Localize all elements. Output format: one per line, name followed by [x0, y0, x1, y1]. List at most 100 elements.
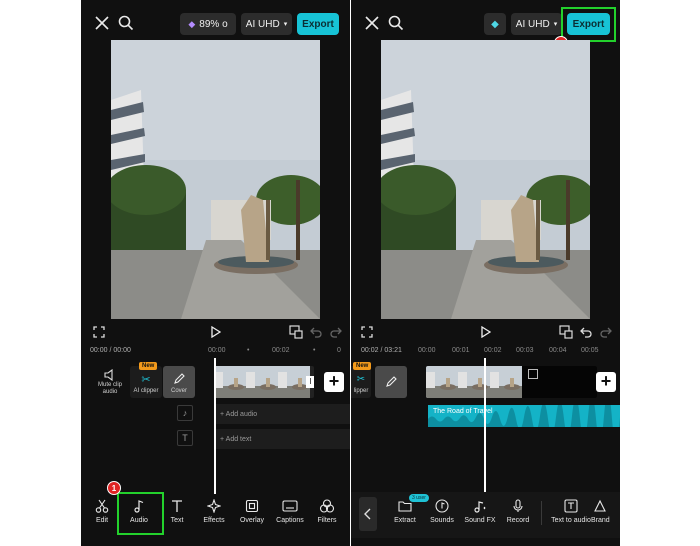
quality-label: AI UHD [515, 18, 550, 30]
diamond-icon: ◆ [491, 18, 499, 30]
search-icon[interactable] [385, 12, 407, 34]
tool-filters[interactable]: Filters [307, 497, 347, 524]
ruler-tick: 00:01 [452, 347, 470, 354]
step-badge-1: 1 [107, 481, 121, 495]
tool-sound-fx[interactable]: Sound FX [460, 497, 500, 524]
sparkle-star-icon [194, 497, 234, 515]
timecode: 00:02 / 03:21 [361, 347, 402, 354]
music-note-icon: ♪ [177, 405, 193, 421]
playhead[interactable] [484, 358, 486, 494]
tool-captions[interactable]: Captions [270, 497, 310, 524]
fullscreen-icon[interactable] [358, 323, 376, 341]
clip-thumbnail [426, 366, 458, 398]
ruler-tick: 0 [337, 347, 341, 354]
tool-label: Sounds [430, 517, 454, 524]
clip-thumbnail [246, 366, 278, 398]
ruler-dot: • [247, 347, 250, 354]
undo-icon[interactable] [577, 323, 595, 341]
tool-label: Text to audio [551, 517, 591, 524]
disc-note-icon [422, 497, 462, 515]
tool-label: Edit [95, 517, 109, 524]
ruler-dot: • [313, 347, 316, 354]
fullscreen-icon[interactable] [90, 323, 108, 341]
keyframe-icon[interactable] [557, 323, 575, 341]
tool-overlay[interactable]: Overlay [232, 497, 272, 524]
tool-brand[interactable]: Brand [591, 497, 620, 524]
captions-icon [270, 497, 310, 515]
play-icon[interactable] [476, 323, 494, 341]
tool-label: Overlay [239, 517, 265, 524]
pro-diamond-button[interactable]: ◆ [484, 13, 506, 35]
clip-thumbnail [214, 366, 246, 398]
note-sparkle-icon [460, 497, 500, 515]
tool-edit[interactable]: Edit [82, 497, 122, 524]
toolbar-divider [541, 501, 542, 525]
timecode: 00:00 / 00:00 [90, 347, 131, 354]
cover-button[interactable]: Cover [163, 366, 195, 398]
new-tag: New [139, 362, 158, 370]
add-clip-button[interactable]: + [596, 372, 616, 392]
video-clip[interactable] [426, 366, 597, 398]
scissors-icon [82, 497, 122, 515]
tool-label: Brand [591, 517, 610, 524]
export-button[interactable]: Export [297, 13, 339, 35]
keyframe-icon[interactable] [287, 323, 305, 341]
caret-down-icon: ▾ [553, 21, 558, 28]
close-icon[interactable] [91, 12, 113, 34]
storage-pill[interactable]: ◆ 89% o [180, 13, 236, 35]
ai-clipper-button[interactable]: ✂ lipper [351, 366, 371, 398]
add-audio-row[interactable]: + Add audio [214, 404, 350, 424]
ai-clipper-button[interactable]: ✂ AI clipper [130, 366, 162, 398]
tool-label: Record [506, 517, 530, 524]
ruler-tick: 00:00 [418, 347, 436, 354]
clip-end-handle[interactable]: I [306, 376, 314, 388]
search-icon[interactable] [115, 12, 137, 34]
text-audio-icon [551, 497, 591, 515]
redo-icon[interactable] [597, 323, 615, 341]
transition-marker-icon[interactable] [528, 369, 538, 379]
ruler-tick: 00:02 [484, 347, 502, 354]
undo-icon[interactable] [307, 323, 325, 341]
tool-label: Captions [276, 517, 304, 524]
add-clip-button[interactable]: + [324, 372, 344, 392]
pencil-icon [163, 370, 195, 388]
mute-clip-audio-button[interactable]: Mute clip audio [95, 368, 125, 396]
caret-down-icon: ▾ [283, 21, 288, 28]
tool-text-to-audio[interactable]: Text to audio [551, 497, 591, 524]
ruler-tick: 00:00 [208, 347, 226, 354]
back-chevron-icon[interactable] [359, 497, 377, 531]
tool-label: Filters [317, 517, 337, 524]
quality-select[interactable]: AI UHD ▾ [511, 13, 562, 35]
video-clip[interactable]: I [214, 366, 314, 398]
microphone-icon [498, 497, 538, 515]
redo-icon[interactable] [327, 323, 345, 341]
filters-icon [307, 497, 347, 515]
quality-select[interactable]: AI UHD ▾ [241, 13, 292, 35]
cover-label: Cover [170, 388, 187, 394]
overlay-icon [232, 497, 272, 515]
ruler-tick: 00:03 [516, 347, 534, 354]
tool-label: Sound FX [464, 517, 496, 524]
quality-label: AI UHD [245, 18, 280, 30]
tool-record[interactable]: Record [498, 497, 538, 524]
ai-clipper-label: lipper [353, 388, 369, 394]
cover-button[interactable] [375, 366, 407, 398]
mute-label: Mute clip audio [97, 382, 122, 395]
pencil-icon [375, 366, 407, 398]
new-tag: New [353, 362, 372, 370]
left-phone-screen: ◆ 89% o AI UHD ▾ Export 00:00 / 00:00 00… [81, 0, 350, 546]
video-preview[interactable] [381, 40, 590, 319]
tool-sounds[interactable]: Sounds [422, 497, 462, 524]
video-preview[interactable] [111, 40, 320, 319]
play-icon[interactable] [206, 323, 224, 341]
diamond-icon: ◆ [188, 18, 196, 29]
scissors-sparkle-icon: ✂ [141, 373, 151, 386]
audio-track[interactable]: The Road of Travel [428, 405, 620, 427]
export-highlight-box [561, 7, 616, 42]
playhead[interactable] [214, 358, 216, 494]
close-icon[interactable] [361, 12, 383, 34]
ruler-tick: 00:05 [581, 347, 599, 354]
right-phone-screen: ◆ AI UHD ▾ Export 2 [351, 0, 620, 546]
tool-effects[interactable]: Effects [194, 497, 234, 524]
add-text-row[interactable]: + Add text [214, 429, 350, 449]
